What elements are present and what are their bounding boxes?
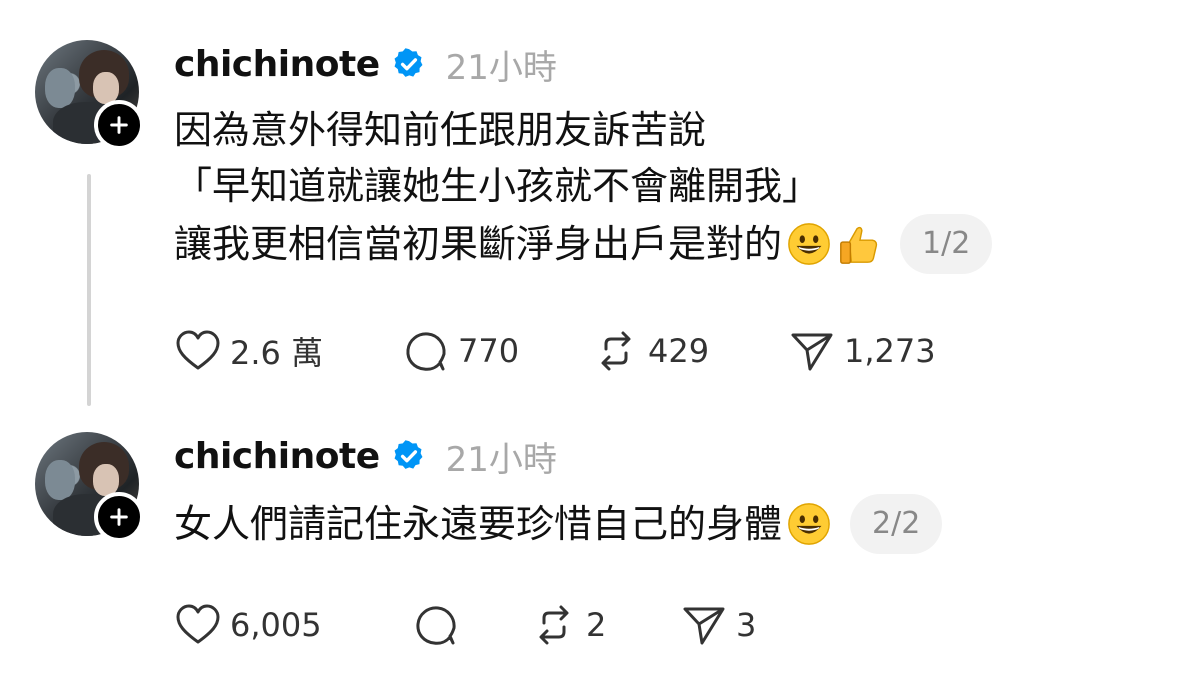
heart-icon (176, 604, 220, 644)
thread-page-indicator: 1/2 (900, 214, 993, 274)
share-button[interactable]: 3 (680, 601, 756, 649)
like-button[interactable]: 2.6 萬 (174, 327, 402, 375)
post-actions: 6,005 2 3 (174, 600, 756, 650)
repost-icon (539, 605, 569, 645)
send-icon (791, 333, 833, 371)
post-text-line: 女人們請記住永遠要珍惜自己的身體 (174, 502, 783, 546)
reply-bubble-icon (416, 606, 456, 645)
username[interactable]: chichinote (174, 44, 380, 85)
post-header: chichinote 21小時 (174, 40, 557, 88)
post-header: chichinote 21小時 (174, 432, 557, 480)
like-count: 6,005 (230, 606, 322, 644)
repost-button[interactable]: 429 (592, 327, 788, 375)
post-text: 因為意外得知前任跟朋友訴苦說 「早知道就讓她生小孩就不會離開我」 讓我更相信當初… (174, 102, 993, 274)
heart-icon (176, 330, 220, 370)
post-timestamp: 21小時 (445, 439, 557, 480)
post-timestamp: 21小時 (445, 47, 557, 88)
post-text-line-with-emoji: 女人們請記住永遠要珍惜自己的身體 2/2 (174, 494, 943, 554)
verified-badge-icon (394, 48, 423, 77)
post-text-line-with-emoji: 讓我更相信當初果斷淨身出戶是對的 1/2 (174, 214, 993, 274)
post-text: 女人們請記住永遠要珍惜自己的身體 2/2 (174, 494, 943, 554)
post-text-line: 因為意外得知前任跟朋友訴苦說 (174, 108, 707, 152)
thread-page-indicator: 2/2 (850, 494, 943, 554)
post-text-line: 讓我更相信當初果斷淨身出戶是對的 (174, 222, 783, 266)
follow-plus-icon[interactable] (94, 100, 144, 150)
reply-bubble-icon (406, 332, 446, 371)
post-text-line: 「早知道就讓她生小孩就不會離開我」 (174, 164, 821, 208)
send-icon (683, 607, 725, 645)
repost-count: 429 (648, 332, 710, 370)
repost-icon (601, 331, 631, 371)
grinning-face-icon (788, 503, 830, 545)
reply-button[interactable] (412, 601, 530, 649)
follow-plus-icon[interactable] (94, 492, 144, 542)
share-count: 3 (736, 606, 757, 644)
repost-count: 2 (586, 606, 607, 644)
post-actions: 2.6 萬 770 429 1,273 (174, 326, 936, 376)
reply-count: 770 (458, 332, 520, 370)
thread-connector-line (87, 174, 91, 406)
thumbs-up-icon (840, 226, 878, 264)
reply-button[interactable]: 770 (402, 327, 592, 375)
verified-badge-icon (394, 440, 423, 469)
like-count: 2.6 萬 (230, 334, 324, 372)
repost-button[interactable]: 2 (530, 601, 680, 649)
share-count: 1,273 (844, 332, 936, 370)
username[interactable]: chichinote (174, 436, 380, 477)
like-button[interactable]: 6,005 (174, 601, 412, 649)
grinning-face-icon (788, 223, 830, 265)
share-button[interactable]: 1,273 (788, 327, 936, 375)
